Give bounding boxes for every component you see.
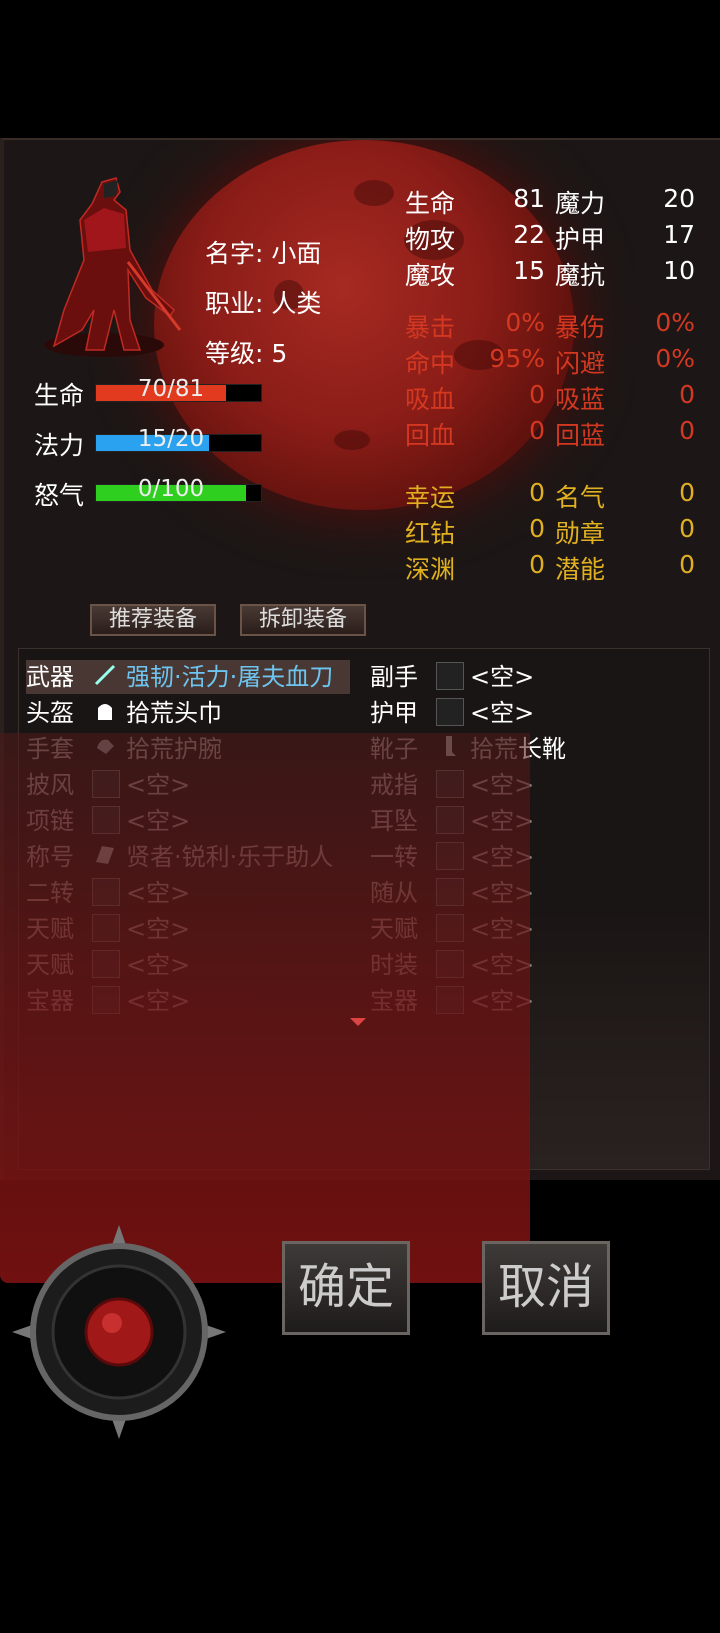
char-class: 职业: 人类 [205,289,322,318]
mp-bar: 15/20 [95,426,262,452]
stat-name: 幸运 [405,483,456,512]
equip-slot-left-0[interactable]: 武器 强韧·活力·屠夫血刀 [26,660,350,694]
slot-item: 强韧·活力·屠夫血刀 [126,663,334,691]
stat-red-2-2: 吸蓝 0 [555,380,695,414]
virtual-joystick[interactable] [12,1225,226,1439]
recommend-equip-button[interactable]: 推荐装备 [90,604,216,636]
stat-white-1-1: 物攻 22 [405,220,545,254]
stat-gold-2-2: 潜能 0 [555,550,695,584]
stat-name: 魔抗 [555,261,606,290]
equip-slot-right-1[interactable]: 护甲 <空> [370,696,534,730]
stat-value: 20 [663,184,695,213]
stat-red-2-1: 吸血 0 [405,380,545,414]
stat-value: 0 [529,514,545,543]
stat-name: 吸蓝 [555,385,606,414]
slot-item: <空> [470,663,535,691]
stat-value: 0 [679,380,695,409]
rage-label: 怒气 [34,481,85,510]
stat-name: 名气 [555,483,606,512]
empty-slot-icon [436,662,464,690]
stat-gold-0-2: 名气 0 [555,478,695,512]
stat-name: 闪避 [555,349,606,378]
ruins-silhouette [529,909,709,1169]
stat-value: 0 [679,514,695,543]
stat-value: 0 [529,416,545,445]
stat-white-0-1: 生命 81 [405,184,545,218]
stat-red-3-2: 回蓝 0 [555,416,695,450]
stat-value: 0% [505,308,545,337]
helmet-icon [92,698,120,726]
stat-gold-2-1: 深渊 0 [405,550,545,584]
stat-name: 深渊 [405,555,456,584]
slot-label: 头盔 [26,699,74,727]
mp-label: 法力 [34,431,85,460]
stat-name: 红钻 [405,519,456,548]
stat-red-0-1: 暴击 0% [405,308,545,342]
stat-name: 魔攻 [405,261,456,290]
slot-item: <空> [470,699,535,727]
rage-value: 0/100 [137,476,205,502]
stat-value: 0 [679,478,695,507]
stat-name: 物攻 [405,225,456,254]
cancel-button[interactable]: 取消 [482,1241,610,1335]
stat-value: 10 [663,256,695,285]
stat-value: 0 [529,550,545,579]
stat-value: 0% [655,308,695,337]
stat-white-2-1: 魔攻 15 [405,256,545,290]
stat-red-0-2: 暴伤 0% [555,308,695,342]
empty-slot-icon [436,698,464,726]
slot-label: 护甲 [370,699,418,727]
stat-name: 吸血 [405,385,456,414]
stat-name: 回蓝 [555,421,606,450]
hp-label: 生命 [34,381,85,410]
stat-red-1-2: 闪避 0% [555,344,695,378]
stat-name: 暴击 [405,313,456,342]
stat-red-1-1: 命中 95% [405,344,545,378]
stat-name: 回血 [405,421,456,450]
warrior-portrait [44,177,182,357]
mp-value: 15/20 [137,426,205,452]
equip-slot-right-0[interactable]: 副手 <空> [370,660,534,694]
stat-value: 0 [529,478,545,507]
stat-red-3-1: 回血 0 [405,416,545,450]
hp-bar: 70/81 [95,376,262,402]
stat-value: 0 [679,416,695,445]
stat-name: 勋章 [555,519,606,548]
unequip-button[interactable]: 拆卸装备 [240,604,366,636]
slot-item: 拾荒头巾 [126,699,222,727]
dim-overlay [0,733,530,1283]
blade-icon [92,662,120,690]
hp-value: 70/81 [137,376,205,402]
stat-name: 生命 [405,189,456,218]
stat-name: 潜能 [555,555,606,584]
confirm-button[interactable]: 确定 [282,1241,410,1335]
stat-value: 95% [489,344,545,373]
stat-white-0-2: 魔力 20 [555,184,695,218]
stat-name: 护甲 [555,225,606,254]
stat-value: 81 [513,184,545,213]
stat-gold-0-1: 幸运 0 [405,478,545,512]
stat-gold-1-1: 红钻 0 [405,514,545,548]
stat-value: 22 [513,220,545,249]
stat-name: 魔力 [555,189,606,218]
stat-white-2-2: 魔抗 10 [555,256,695,290]
slot-label: 副手 [370,663,418,691]
equip-slot-left-1[interactable]: 头盔 拾荒头巾 [26,696,222,730]
slot-label: 武器 [26,663,74,691]
stat-name: 命中 [405,349,456,378]
stat-name: 暴伤 [555,313,606,342]
stat-value: 17 [663,220,695,249]
stat-value: 0 [529,380,545,409]
stat-value: 0% [655,344,695,373]
char-name: 名字: 小面 [205,239,322,268]
rage-bar: 0/100 [95,476,262,502]
stat-value: 15 [513,256,545,285]
scroll-down-icon[interactable] [350,1018,366,1026]
stat-white-1-2: 护甲 17 [555,220,695,254]
stat-gold-1-2: 勋章 0 [555,514,695,548]
char-level: 等级: 5 [205,339,288,368]
stat-value: 0 [679,550,695,579]
